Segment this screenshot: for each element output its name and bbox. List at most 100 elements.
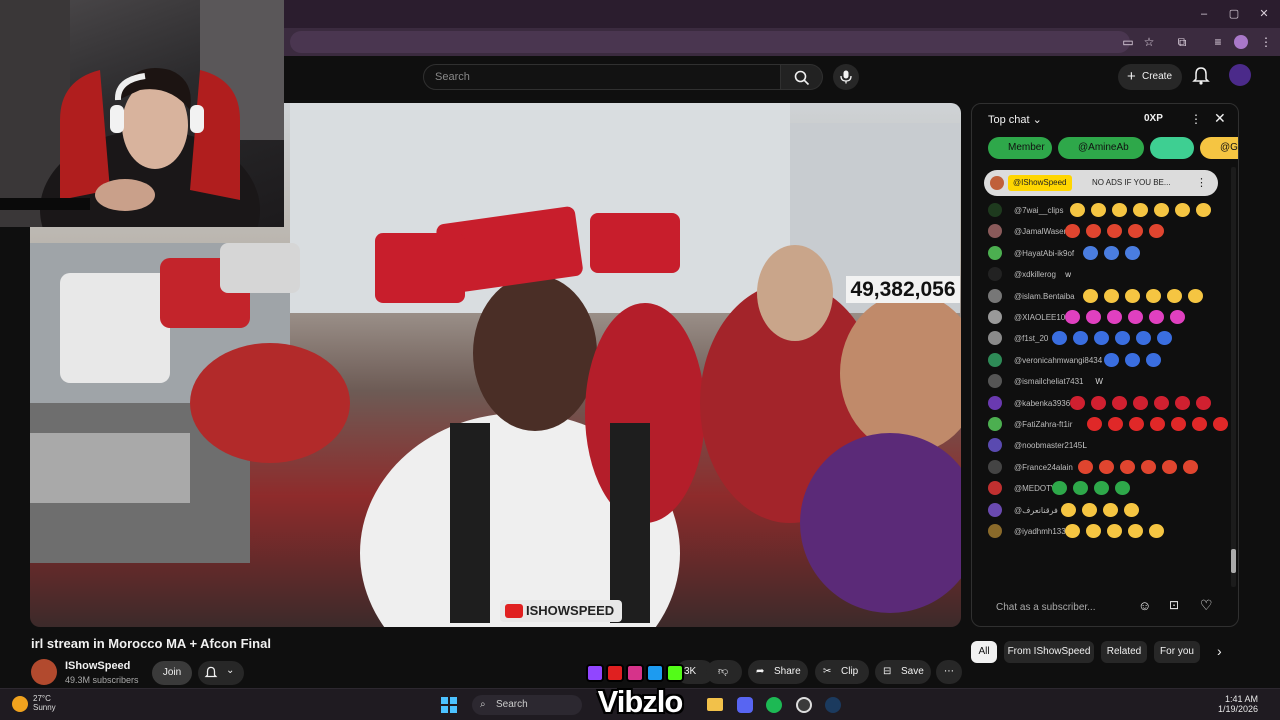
chat-username[interactable]: @noobmaster2145 xyxy=(1014,441,1082,450)
chat-username[interactable]: @islam.Bentaiba xyxy=(1014,292,1075,301)
chat-username[interactable]: @XIAOLEE104 xyxy=(1014,313,1070,322)
maximize-button[interactable]: ▢ xyxy=(1226,6,1242,22)
chat-avatar[interactable] xyxy=(988,395,1002,410)
chat-input[interactable]: Chat as a subscriber... xyxy=(984,597,1144,619)
chat-emoji-icon xyxy=(1103,245,1119,260)
close-chat-icon[interactable]: ✕ xyxy=(1214,110,1226,127)
chat-username[interactable]: @فرقنانعرف xyxy=(1014,506,1058,515)
tab-all[interactable]: All xyxy=(971,641,997,663)
chat-username[interactable]: @FatiZahra-ft1ir xyxy=(1014,420,1072,429)
temperature: 27°C xyxy=(33,694,51,703)
chat-username[interactable]: @kabenka3936 xyxy=(1014,399,1070,408)
channel-avatar[interactable] xyxy=(31,659,57,685)
chat-avatar[interactable] xyxy=(988,374,1002,389)
pinned-message[interactable]: @IShowSpeed NO ADS IF YOU BE... ⋮ xyxy=(984,170,1218,196)
chat-username[interactable]: @France24alain xyxy=(1014,463,1073,472)
tab-from-ishowspeed[interactable]: From IShowSpeed xyxy=(1004,641,1094,663)
close-window-button[interactable]: ✕ xyxy=(1256,6,1272,22)
dislike-button[interactable]: 👎︎ xyxy=(706,660,742,684)
more-horizontal-icon: ⋯ xyxy=(944,666,954,677)
search-input[interactable]: Search xyxy=(423,64,781,90)
chat-avatar[interactable] xyxy=(988,267,1002,282)
notifications-bell-icon[interactable] xyxy=(1191,66,1211,86)
minimize-button[interactable]: – xyxy=(1196,6,1212,22)
chat-avatar[interactable] xyxy=(988,224,1002,239)
chat-avatar[interactable] xyxy=(988,288,1002,303)
taskbar-search[interactable]: ⌕ Search xyxy=(472,695,582,715)
file-explorer-icon[interactable] xyxy=(707,698,723,711)
discord-icon[interactable] xyxy=(737,697,753,713)
more-actions-button[interactable]: ⋯ xyxy=(936,660,962,684)
twitch-icon xyxy=(586,664,604,682)
extensions-icon[interactable]: ⧉ xyxy=(1174,34,1190,50)
chat-username[interactable]: @JamalWasem xyxy=(1014,227,1070,236)
top-chat-dropdown[interactable]: Top chat ⌄ xyxy=(988,113,1042,126)
chat-username[interactable]: @veronicahmwangi8434 xyxy=(1014,356,1102,365)
chat-avatar[interactable] xyxy=(988,459,1002,474)
windows-start-icon[interactable] xyxy=(441,697,457,713)
chat-scrollbar[interactable] xyxy=(1231,167,1236,587)
heart-icon[interactable]: ♡ xyxy=(1200,597,1213,614)
chat-username[interactable]: @f1st_20 xyxy=(1014,334,1048,343)
chat-username[interactable]: @ismailcheliat7431 xyxy=(1014,377,1084,386)
subscription-bell-button[interactable]: ⌄ xyxy=(198,661,244,685)
chat-avatar[interactable] xyxy=(988,331,1002,346)
create-button[interactable]: + Create xyxy=(1118,64,1182,90)
browser-profile-avatar[interactable] xyxy=(1234,35,1248,49)
cast-icon[interactable]: ▭ xyxy=(1120,34,1136,50)
user-chip[interactable] xyxy=(1150,137,1194,159)
chat-avatar[interactable] xyxy=(988,310,1002,324)
weather-widget[interactable]: 27°C Sunny xyxy=(33,694,56,712)
chat-username[interactable]: @xdkillerog xyxy=(1014,270,1056,279)
browser-menu-icon[interactable]: ⋮ xyxy=(1258,34,1274,50)
chat-emoji-icon xyxy=(1174,203,1190,217)
save-button[interactable]: ⊟ Save xyxy=(875,660,931,684)
chrome-icon[interactable] xyxy=(796,697,812,713)
chat-avatar[interactable] xyxy=(988,203,1002,217)
vibzlo-overlay: Vibzlo xyxy=(584,662,696,720)
chat-avatar[interactable] xyxy=(988,481,1002,496)
share-button[interactable]: ➦ Share xyxy=(748,660,808,684)
taskbar-search-icon: ⌕ xyxy=(480,699,486,710)
chat-emoji-icon xyxy=(1090,395,1106,410)
chat-avatar[interactable] xyxy=(988,352,1002,367)
chat-username[interactable]: @iyadhmh133 xyxy=(1014,527,1066,536)
clip-button[interactable]: ✂ Clip xyxy=(815,660,869,684)
chat-scroll-thumb[interactable] xyxy=(1231,549,1236,573)
search-button[interactable] xyxy=(781,64,823,90)
chat-avatar[interactable] xyxy=(988,417,1002,431)
member-chip[interactable]: Member xyxy=(988,137,1052,159)
pinned-more-icon[interactable]: ⋮ xyxy=(1196,170,1207,196)
chat-avatar[interactable] xyxy=(988,438,1002,453)
tab-for-you[interactable]: For you xyxy=(1154,641,1200,663)
gift-chip[interactable]: @G xyxy=(1200,137,1238,159)
steam-icon[interactable] xyxy=(825,697,841,713)
chat-emoji-icon xyxy=(1170,310,1186,324)
super-chat-icon[interactable]: ⊡ xyxy=(1169,598,1179,612)
xp-counter[interactable]: 0XP xyxy=(1144,113,1163,124)
chat-avatar[interactable] xyxy=(988,524,1002,538)
join-button[interactable]: Join xyxy=(152,661,192,685)
chat-avatar[interactable] xyxy=(988,245,1002,260)
chat-avatar[interactable] xyxy=(988,502,1002,517)
spotify-icon[interactable] xyxy=(766,697,782,713)
account-avatar[interactable] xyxy=(1229,64,1251,86)
tab-related[interactable]: Related xyxy=(1101,641,1147,663)
chat-username[interactable]: @7wai__clips xyxy=(1014,206,1063,215)
youtube-icon xyxy=(606,664,624,682)
save-icon: ⊟ xyxy=(883,666,892,677)
tabs-next-chevron-icon[interactable]: › xyxy=(1217,643,1222,659)
chat-emoji-icon xyxy=(1174,395,1190,410)
voice-search-button[interactable] xyxy=(833,64,859,90)
taskbar-clock[interactable]: 1:41 AM 1/19/2026 xyxy=(1218,694,1258,714)
chat-message-content xyxy=(1061,502,1145,517)
bookmark-star-icon[interactable]: ☆ xyxy=(1141,34,1157,50)
chat-username[interactable]: @HayatAbi-ik9of xyxy=(1014,249,1074,258)
chat-message-content xyxy=(1065,310,1191,324)
amineab-chip[interactable]: @AmineAb xyxy=(1058,137,1144,159)
chat-more-icon[interactable]: ⋮ xyxy=(1190,112,1202,126)
emoji-icon[interactable]: ☺ xyxy=(1138,598,1151,613)
channel-name[interactable]: IShowSpeed xyxy=(65,660,130,672)
address-field[interactable] xyxy=(290,31,1130,53)
media-controls-icon[interactable]: ≡ xyxy=(1210,34,1226,50)
